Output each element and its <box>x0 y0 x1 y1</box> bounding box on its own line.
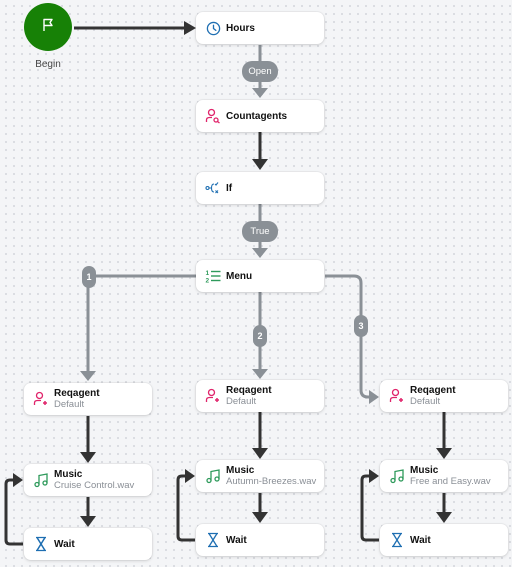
music-note-icon <box>389 468 405 484</box>
node-title: Reqagent <box>410 385 456 396</box>
edge-wait3-music3-loop <box>360 469 379 542</box>
flag-icon <box>40 17 56 38</box>
node-reqagent-1[interactable]: Reqagent Default <box>24 383 152 415</box>
node-title: Music <box>226 465 255 476</box>
edge-music1-wait1 <box>80 497 96 527</box>
svg-text:2: 2 <box>206 278 210 285</box>
node-reqagent-2[interactable]: Reqagent Default <box>196 380 324 412</box>
node-wait-3[interactable]: Wait <box>380 524 508 556</box>
edge-begin-hours <box>74 21 196 35</box>
node-music-1[interactable]: Music Cruise Control.wav <box>24 464 152 496</box>
node-music-3[interactable]: Music Free and Easy.wav <box>380 460 508 492</box>
hourglass-icon <box>205 532 221 548</box>
svg-text:1: 1 <box>206 270 210 277</box>
begin-label: Begin <box>35 59 61 70</box>
node-subtitle: Autumn-Breezes.wav <box>226 476 317 487</box>
user-add-icon <box>205 388 221 404</box>
node-wait-1[interactable]: Wait <box>24 528 152 560</box>
begin-node[interactable] <box>24 3 72 51</box>
edge-label-true[interactable]: True <box>242 221 278 242</box>
edge-reqagent3-music3 <box>436 412 452 459</box>
node-countagents[interactable]: Countagents <box>196 100 324 132</box>
edge-label-open[interactable]: Open <box>242 61 278 82</box>
node-subtitle: Default <box>226 396 257 407</box>
node-title: Countagents <box>226 110 288 122</box>
node-title: Wait <box>410 534 431 546</box>
hourglass-icon <box>33 536 49 552</box>
node-title: If <box>226 182 233 194</box>
edge-countagents-if <box>252 132 268 170</box>
node-title: Hours <box>226 22 255 34</box>
music-note-icon <box>33 472 49 488</box>
user-search-icon <box>205 108 221 124</box>
edge-menu-branch3 <box>325 274 379 404</box>
node-title: Reqagent <box>54 388 100 399</box>
user-add-icon <box>389 388 405 404</box>
numbered-list-icon: 12 <box>205 268 221 284</box>
clock-icon <box>205 20 221 36</box>
node-subtitle: Free and Easy.wav <box>410 476 491 487</box>
node-reqagent-3[interactable]: Reqagent Default <box>380 380 508 412</box>
music-note-icon <box>205 468 221 484</box>
node-title: Music <box>410 465 439 476</box>
node-hours[interactable]: Hours <box>196 12 324 44</box>
edge-wait2-music2-loop <box>176 469 195 542</box>
edge-reqagent2-music2 <box>252 412 268 459</box>
edge-music3-wait3 <box>436 493 452 523</box>
node-menu[interactable]: 12 Menu <box>196 260 324 292</box>
hourglass-icon <box>389 532 405 548</box>
node-subtitle: Default <box>410 396 441 407</box>
node-title: Wait <box>226 534 247 546</box>
node-title: Reqagent <box>226 385 272 396</box>
node-wait-2[interactable]: Wait <box>196 524 324 556</box>
node-music-2[interactable]: Music Autumn-Breezes.wav <box>196 460 324 492</box>
edge-reqagent1-music1 <box>80 416 96 463</box>
edge-label-option-2[interactable]: 2 <box>253 325 267 347</box>
edge-label-option-3[interactable]: 3 <box>354 315 368 337</box>
node-title: Menu <box>226 270 253 282</box>
node-subtitle: Cruise Control.wav <box>54 480 135 491</box>
edge-music2-wait2 <box>252 493 268 523</box>
edge-wait1-music1-loop <box>4 473 23 546</box>
branch-icon <box>205 180 221 196</box>
node-title: Music <box>54 469 83 480</box>
node-title: Wait <box>54 538 75 550</box>
node-if[interactable]: If <box>196 172 324 204</box>
edge-menu-branch1 <box>80 274 196 381</box>
user-add-icon <box>33 391 49 407</box>
node-subtitle: Default <box>54 399 85 410</box>
edge-label-option-1[interactable]: 1 <box>82 266 96 288</box>
